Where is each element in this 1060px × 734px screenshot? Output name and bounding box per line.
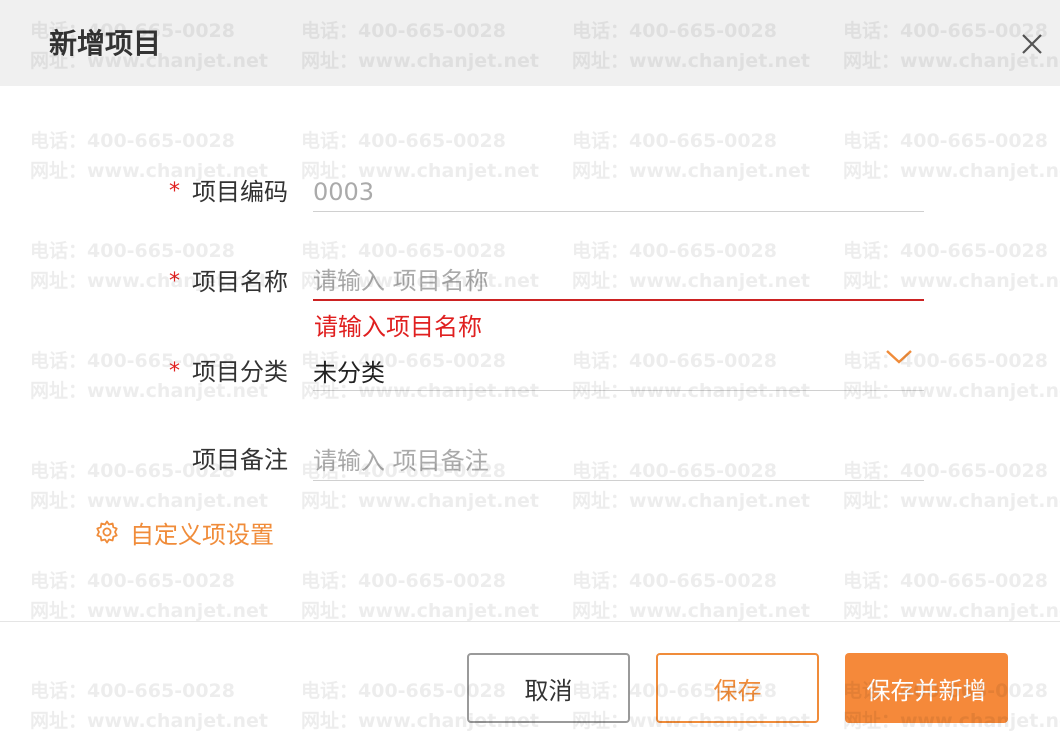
cancel-button[interactable]: 取消: [467, 653, 630, 723]
watermark-text: 电话：400-665-0028网址：www.chanjet.net: [843, 566, 1060, 626]
watermark-phone: 电话：400-665-0028: [301, 130, 506, 152]
gear-icon: [96, 520, 118, 544]
name-error-message: 请输入项目名称: [314, 313, 482, 341]
code-field[interactable]: [313, 172, 924, 212]
watermark-website: 网址：www.chanjet.net: [301, 490, 539, 512]
watermark-website: 网址：www.chanjet.net: [30, 710, 268, 732]
remark-label-text: 项目备注: [192, 446, 288, 474]
remark-input[interactable]: [313, 441, 924, 481]
watermark-phone: 电话：400-665-0028: [843, 570, 1048, 592]
code-label-text: 项目编码: [192, 178, 288, 206]
name-underline-error: [313, 299, 924, 301]
required-mark: *: [169, 359, 180, 384]
watermark-website: 网址：www.chanjet.net: [572, 490, 810, 512]
dialog-title: 新增项目: [49, 27, 162, 60]
required-mark: *: [169, 179, 180, 204]
watermark-phone: 电话：400-665-0028: [30, 570, 235, 592]
close-button[interactable]: [1014, 26, 1050, 62]
close-icon: [1022, 34, 1042, 54]
save-button[interactable]: 保存: [656, 653, 819, 723]
watermark-website: 网址：www.chanjet.net: [843, 490, 1060, 512]
category-selected-value: 未分类: [313, 359, 385, 387]
name-field[interactable]: [313, 261, 924, 301]
category-select[interactable]: 未分类: [313, 348, 924, 391]
watermark-text: 电话：400-665-0028网址：www.chanjet.net: [572, 566, 812, 626]
category-label: * 项目分类: [110, 352, 288, 387]
category-label-text: 项目分类: [192, 358, 288, 386]
watermark-text: 电话：400-665-0028网址：www.chanjet.net: [30, 566, 270, 626]
custom-settings-label: 自定义项设置: [130, 520, 274, 549]
footer-divider: [0, 621, 1060, 622]
watermark-text: 电话：400-665-0028 网址：www.chanjet.net: [30, 676, 270, 734]
watermark-phone: 电话：400-665-0028: [572, 570, 777, 592]
category-underline: [313, 390, 924, 391]
name-label: * 项目名称: [110, 262, 288, 297]
code-underline: [313, 211, 924, 212]
watermark-phone: 电话：400-665-0028: [30, 680, 235, 702]
save-and-new-button[interactable]: 保存并新增: [845, 653, 1008, 723]
chevron-down-icon[interactable]: [884, 348, 914, 366]
code-input[interactable]: [313, 172, 924, 212]
code-label: * 项目编码: [110, 172, 288, 207]
remark-field[interactable]: [313, 441, 924, 481]
name-label-text: 项目名称: [192, 268, 288, 296]
watermark-phone: 电话：400-665-0028: [30, 130, 235, 152]
dialog-header: 新增项目: [0, 0, 1060, 86]
watermark-phone: 电话：400-665-0028: [572, 130, 777, 152]
custom-settings-link[interactable]: 自定义项设置: [94, 516, 274, 549]
watermark-phone: 电话：400-665-0028: [843, 130, 1048, 152]
watermark-phone: 电话：400-665-0028: [301, 570, 506, 592]
remark-label: 项目备注: [110, 440, 288, 475]
required-mark: *: [169, 269, 180, 294]
name-input[interactable]: [313, 261, 924, 301]
watermark-text: 电话：400-665-0028网址：www.chanjet.net: [301, 566, 541, 626]
remark-underline: [313, 480, 924, 481]
watermark-website: 网址：www.chanjet.net: [30, 490, 268, 512]
